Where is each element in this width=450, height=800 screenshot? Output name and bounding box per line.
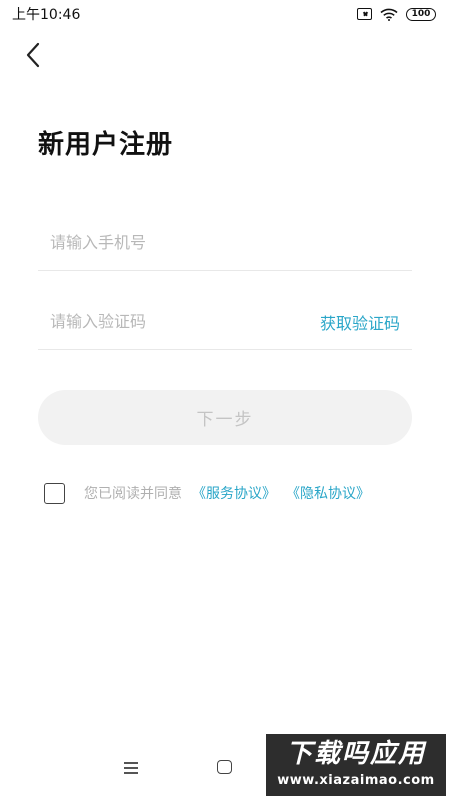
page-title: 新用户注册: [38, 130, 174, 160]
wifi-icon: [380, 8, 398, 21]
sim-off-icon: [357, 8, 372, 20]
register-screen: 上午10:46 100 新用户注册 获取验证码 下一步 您已阅读并同意 《服务协…: [0, 0, 450, 800]
agreement-checkbox[interactable]: [44, 482, 65, 504]
verification-code-field: 获取验证码: [38, 294, 412, 350]
get-code-button[interactable]: 获取验证码: [320, 310, 412, 334]
privacy-agreement-link[interactable]: 《隐私协议》: [286, 483, 370, 503]
menu-icon[interactable]: [124, 762, 138, 774]
service-agreement-link[interactable]: 《服务协议》: [192, 483, 276, 503]
status-time: 上午10:46: [12, 7, 81, 23]
phone-input[interactable]: [38, 233, 268, 252]
next-button[interactable]: 下一步: [38, 390, 412, 445]
phone-field: [38, 215, 412, 271]
verification-code-input[interactable]: [38, 312, 268, 331]
watermark-logo: 下载吗应用 www.xiazaimao.com: [266, 734, 446, 796]
status-icons: 100: [357, 7, 436, 21]
home-icon[interactable]: [217, 760, 232, 774]
watermark-url: www.xiazaimao.com: [277, 773, 435, 788]
battery-icon: 100: [406, 7, 436, 21]
agreement-text: 您已阅读并同意: [84, 486, 182, 502]
agreement-row: 您已阅读并同意 《服务协议》 《隐私协议》: [44, 482, 380, 504]
back-button[interactable]: [16, 38, 50, 72]
status-bar: 上午10:46 100: [0, 0, 450, 28]
chevron-left-icon: [26, 42, 40, 68]
watermark-title: 下载吗应用: [285, 739, 426, 769]
